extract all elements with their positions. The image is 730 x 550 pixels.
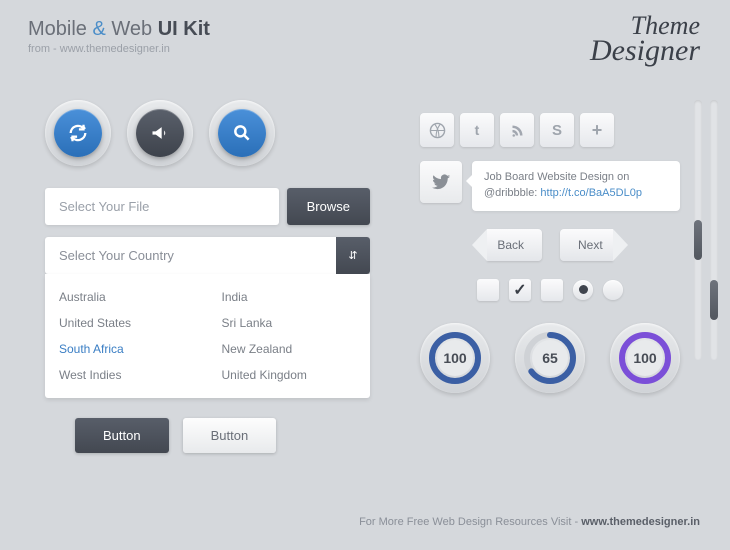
search-icon (232, 123, 252, 143)
search-button[interactable] (209, 100, 275, 166)
megaphone-button[interactable] (127, 100, 193, 166)
gauge-value: 65 (532, 340, 568, 376)
gauge-value: 100 (437, 340, 473, 376)
checkbox-2[interactable]: ✓ (509, 279, 531, 301)
scrollbar-1[interactable] (694, 100, 702, 360)
back-button[interactable]: Back (487, 229, 542, 261)
tweet-link[interactable]: http://t.co/BaA5DL0p (540, 187, 642, 199)
sync-icon (67, 122, 89, 144)
checkbox-1[interactable] (477, 279, 499, 301)
circle-buttons-row (45, 100, 370, 166)
page-title: Mobile & Web UI Kit (28, 18, 210, 41)
radio-2[interactable] (603, 280, 623, 300)
country-option[interactable]: Australia (45, 284, 208, 310)
tweet-box: Job Board Website Design on @dribbble: h… (472, 161, 680, 211)
twitter-bird-icon (420, 161, 462, 203)
country-option[interactable]: India (208, 284, 371, 310)
gauge: 65 (515, 323, 585, 393)
footer: For More Free Web Design Resources Visit… (359, 516, 700, 528)
radio-1[interactable] (573, 280, 593, 300)
chevron-updown-icon: ⇵ (336, 237, 370, 274)
button-light[interactable]: Button (183, 418, 277, 453)
gauge: 100 (420, 323, 490, 393)
sync-button[interactable] (45, 100, 111, 166)
dribbble-icon[interactable] (420, 113, 454, 147)
rss-icon[interactable] (500, 113, 534, 147)
gauge: 100 (610, 323, 680, 393)
country-select[interactable]: Select Your Country ⇵ (45, 237, 370, 274)
country-option[interactable]: United Kingdom (208, 362, 371, 388)
scrollbar-2[interactable] (710, 100, 718, 360)
select-label: Select Your Country (45, 237, 336, 274)
button-dark[interactable]: Button (75, 418, 169, 453)
next-button[interactable]: Next (560, 229, 613, 261)
file-input[interactable]: Select Your File (45, 188, 279, 225)
scrollbar-thumb-2[interactable] (710, 280, 718, 320)
gauge-value: 100 (627, 340, 663, 376)
country-option[interactable]: South Africa (45, 336, 208, 362)
check-radio-row: ✓ (420, 279, 680, 301)
browse-button[interactable]: Browse (287, 188, 370, 225)
header: Mobile & Web UI Kit from - www.themedesi… (28, 18, 210, 55)
checkbox-3[interactable] (541, 279, 563, 301)
country-option[interactable]: West Indies (45, 362, 208, 388)
social-row: t S + (420, 113, 680, 147)
twitter-icon[interactable]: t (460, 113, 494, 147)
scrollbar-thumb-1[interactable] (694, 220, 702, 260)
country-option[interactable]: United States (45, 310, 208, 336)
skype-icon[interactable]: S (540, 113, 574, 147)
logo: Theme Designer (590, 14, 700, 64)
country-dropdown: AustraliaUnited StatesSouth AfricaWest I… (45, 274, 370, 398)
page-subtitle: from - www.themedesigner.in (28, 43, 210, 55)
country-option[interactable]: New Zealand (208, 336, 371, 362)
megaphone-icon (150, 123, 170, 143)
country-option[interactable]: Sri Lanka (208, 310, 371, 336)
plus-icon[interactable]: + (580, 113, 614, 147)
